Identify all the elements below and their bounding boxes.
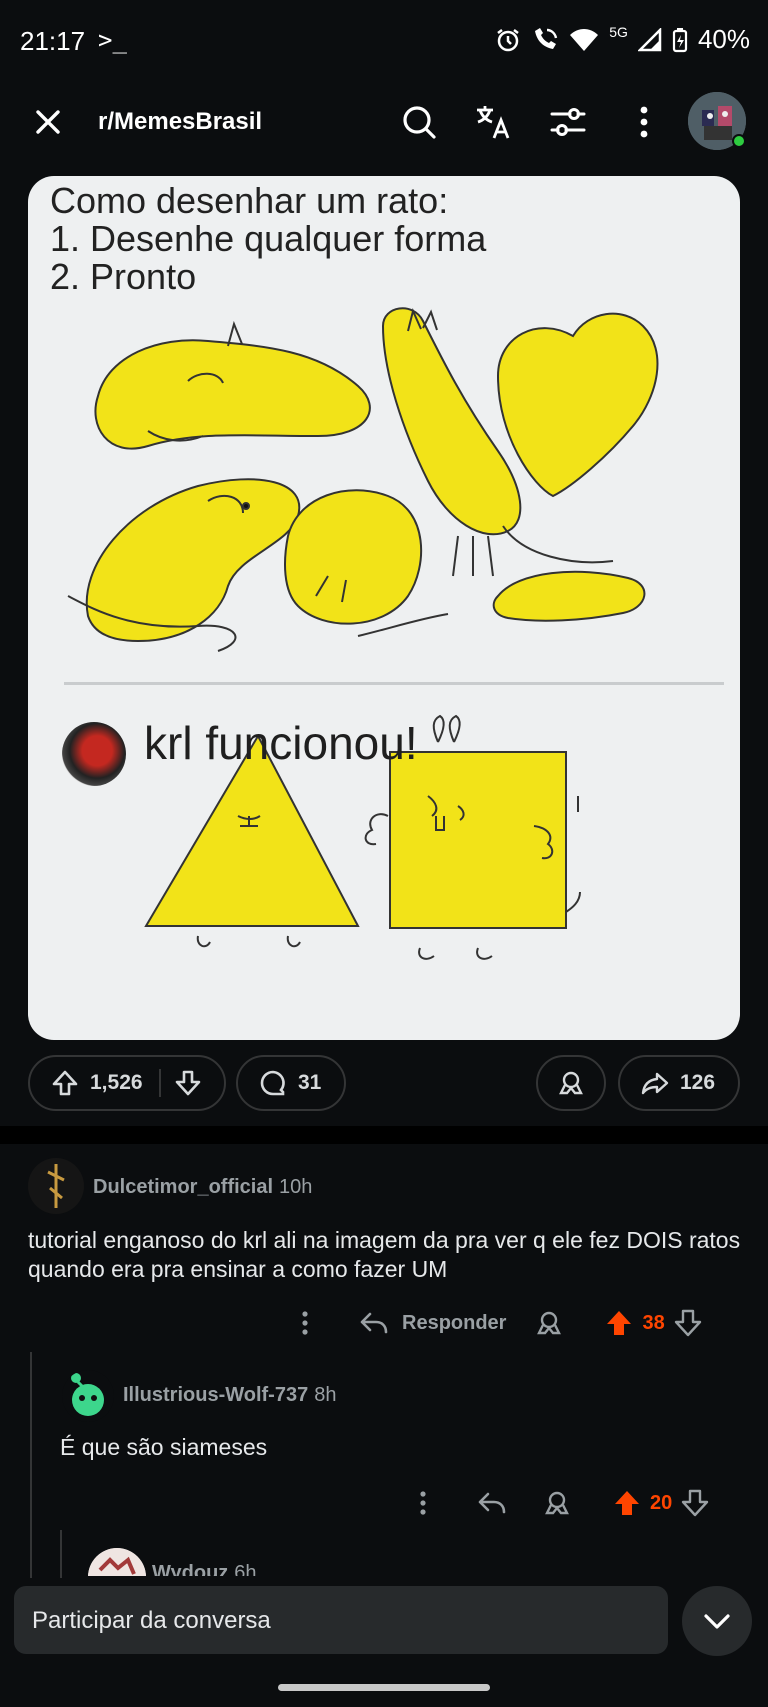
- downvote-icon[interactable]: [173, 1068, 203, 1098]
- comment-username[interactable]: Dulcetimor_official: [93, 1176, 273, 1198]
- alarm-icon: [497, 28, 520, 51]
- reply-avatar: [62, 722, 126, 786]
- comment-actions: 20: [408, 1483, 710, 1523]
- comment-time: 10h: [279, 1176, 313, 1198]
- meme-reply-text: krl funcionou!: [144, 717, 418, 769]
- award-icon: [559, 1071, 583, 1095]
- search-icon[interactable]: [399, 102, 439, 142]
- comment-count: 31: [298, 1071, 322, 1094]
- avatar-image: [28, 1158, 84, 1214]
- user-avatar[interactable]: [688, 92, 746, 150]
- top-app-bar: r/MemesBrasil: [0, 84, 768, 160]
- award-icon[interactable]: [534, 1308, 564, 1338]
- comment-author[interactable]: Wydouz 6h: [152, 1562, 257, 1576]
- comment-time: 6h: [234, 1562, 257, 1576]
- upvote-icon[interactable]: [604, 1308, 634, 1338]
- more-icon[interactable]: [290, 1308, 320, 1338]
- network-type: 5G: [609, 23, 628, 40]
- comment-icon: [260, 1070, 285, 1096]
- wifi-icon: [570, 28, 599, 51]
- next-comment-button[interactable]: [682, 1586, 752, 1656]
- award-button[interactable]: [536, 1055, 606, 1111]
- reply-icon[interactable]: [476, 1488, 508, 1518]
- upvote-icon[interactable]: [612, 1488, 642, 1518]
- comment-avatar[interactable]: [28, 1158, 84, 1214]
- more-icon[interactable]: [624, 102, 664, 142]
- battery-level: 40%: [697, 24, 750, 54]
- comments-button[interactable]: 31: [236, 1055, 346, 1111]
- comment-username[interactable]: Illustrious-Wolf-737: [123, 1384, 308, 1406]
- upvote-icon[interactable]: [50, 1068, 80, 1098]
- comment-author[interactable]: Dulcetimor_official 10h: [93, 1176, 312, 1199]
- comment-time: 8h: [314, 1384, 337, 1406]
- wifi-call-icon: [535, 27, 558, 49]
- meme-divider: [64, 682, 724, 685]
- upvote-count: 1,526: [90, 1071, 143, 1094]
- comment-score: 20: [650, 1491, 673, 1514]
- downvote-icon[interactable]: [680, 1488, 710, 1518]
- comment-avatar[interactable]: [88, 1548, 146, 1576]
- downvote-icon[interactable]: [673, 1308, 703, 1338]
- chevron-down-icon: [704, 1614, 730, 1629]
- comment-score: 38: [642, 1311, 665, 1334]
- battery-icon: [672, 27, 688, 52]
- avatar-image: [62, 1370, 114, 1422]
- comment-partial: Wydouz 6h: [0, 1540, 768, 1576]
- status-bar: 21:17 >_ 5G 40%: [0, 0, 768, 84]
- comment-author[interactable]: Illustrious-Wolf-737 8h: [123, 1384, 336, 1407]
- reply-icon[interactable]: [358, 1308, 390, 1338]
- section-separator: [0, 1126, 768, 1144]
- reply-button[interactable]: Responder: [402, 1312, 506, 1335]
- terminal-icon: >_: [98, 26, 127, 54]
- translate-icon[interactable]: [474, 102, 514, 142]
- post-image[interactable]: Como desenhar um rato: 1. Desenhe qualqu…: [28, 176, 740, 1040]
- gesture-bar[interactable]: [278, 1684, 490, 1691]
- more-icon[interactable]: [408, 1488, 438, 1518]
- yellow-rats-drawing: [67, 307, 659, 960]
- comment-actions: Responder 38: [290, 1303, 703, 1343]
- join-placeholder: Participar da conversa: [32, 1607, 271, 1634]
- comment-username[interactable]: Wydouz: [152, 1562, 228, 1576]
- vote-divider: [158, 1069, 161, 1097]
- signal-icon: [637, 27, 662, 51]
- comment-body: É que são siameses: [60, 1434, 268, 1460]
- close-icon[interactable]: [30, 104, 66, 140]
- join-conversation-input[interactable]: Participar da conversa: [14, 1586, 668, 1654]
- status-icons: 5G 40%: [495, 24, 750, 55]
- share-icon: [641, 1072, 669, 1095]
- vote-bar: 1,526: [28, 1055, 226, 1111]
- filter-icon[interactable]: [548, 102, 588, 142]
- comment-body: tutorial enganoso do krl ali na imagem d…: [28, 1227, 741, 1282]
- comment-avatar[interactable]: [62, 1370, 114, 1422]
- online-indicator: [732, 134, 746, 148]
- status-time: 21:17: [20, 26, 86, 56]
- share-count: 126: [680, 1071, 716, 1094]
- subreddit-name[interactable]: r/MemesBrasil: [98, 108, 262, 136]
- share-button[interactable]: 126: [618, 1055, 740, 1111]
- award-icon[interactable]: [542, 1488, 572, 1518]
- avatar-image: [88, 1548, 146, 1576]
